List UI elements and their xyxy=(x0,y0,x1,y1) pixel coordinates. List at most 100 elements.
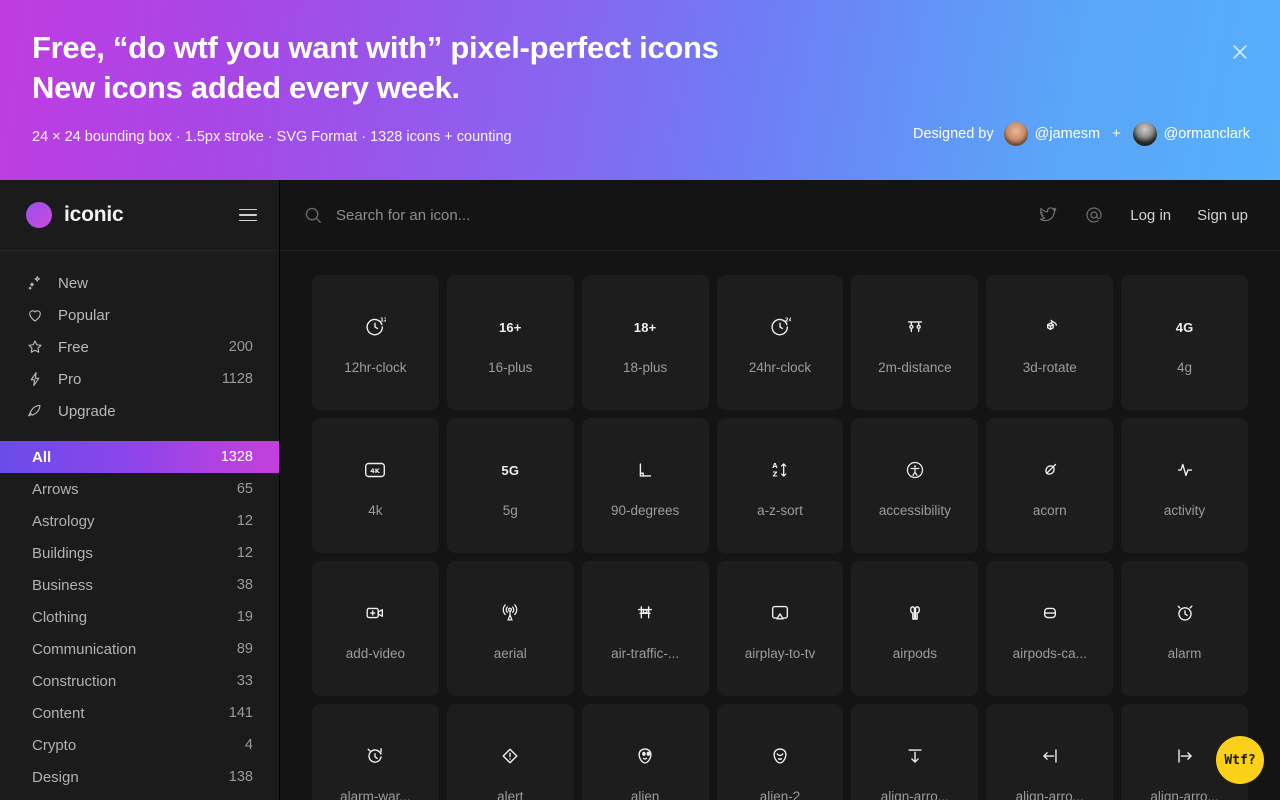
category-count: 1328 xyxy=(220,449,253,465)
icon-cell[interactable]: alien xyxy=(581,704,709,800)
plus-separator: + xyxy=(1112,126,1121,142)
icon-cell[interactable]: airplay-to-tv xyxy=(716,561,844,696)
icon-name: align-arro... xyxy=(1150,789,1219,800)
svg-text:4K: 4K xyxy=(371,467,382,475)
icon-cell[interactable]: airpods xyxy=(851,561,979,696)
category-label: Clothing xyxy=(32,608,88,626)
icon-cell[interactable]: alien-2 xyxy=(716,704,844,800)
icon-name: 5g xyxy=(502,503,518,518)
sidebar-item-upgrade[interactable]: Upgrade xyxy=(0,395,279,427)
aerial-icon xyxy=(498,596,522,630)
icon-cell[interactable]: alarm xyxy=(1121,561,1248,696)
icon-cell[interactable]: align-arro... xyxy=(986,704,1114,800)
icon-cell[interactable]: 3d-rotate xyxy=(986,275,1114,410)
category-count: 12 xyxy=(236,545,253,561)
category-item-buildings[interactable]: Buildings 12 xyxy=(0,537,279,569)
icon-cell[interactable]: 90-degrees xyxy=(581,418,709,553)
category-item-communication[interactable]: Communication 89 xyxy=(0,633,279,665)
rocket-icon xyxy=(26,402,44,420)
icon-grid-scroll[interactable]: 12 12hr-clock 16+ 16-plus 18+ xyxy=(280,251,1280,800)
category-item-crypto[interactable]: Crypto 4 xyxy=(0,729,279,761)
icon-name: 2m-distance xyxy=(878,360,952,375)
icon-name: 4k xyxy=(368,503,383,518)
icon-cell[interactable]: 2m-distance xyxy=(851,275,979,410)
icon-cell[interactable]: 24 24hr-clock xyxy=(716,275,844,410)
16-plus-icon: 16+ xyxy=(499,310,522,344)
icon-name: acorn xyxy=(1032,503,1067,518)
sidebar-item-pro[interactable]: Pro 1128 xyxy=(0,363,279,395)
designer-1[interactable]: @jamesm xyxy=(1003,122,1100,146)
icon-name: alarm xyxy=(1167,646,1202,661)
alien-2-icon xyxy=(768,739,792,773)
banner-headline: Free, “do wtf you want with” pixel-perfe… xyxy=(32,30,719,105)
category-item-design[interactable]: Design 138 xyxy=(0,761,279,793)
air-traffic-icon xyxy=(633,596,657,630)
icon-cell[interactable]: airpods-ca... xyxy=(986,561,1114,696)
airpods-icon xyxy=(903,596,927,630)
category-count: 19 xyxy=(236,609,253,625)
icon-name: add-video xyxy=(345,646,406,661)
category-item-clothing[interactable]: Clothing 19 xyxy=(0,601,279,633)
icon-cell[interactable]: 5G 5g xyxy=(446,418,574,553)
sort-az-icon: A Z xyxy=(768,453,792,487)
sidebar-item-free[interactable]: Free 200 xyxy=(0,331,279,363)
icon-cell[interactable]: align-arro... xyxy=(851,704,979,800)
category-count: 12 xyxy=(236,513,253,529)
icon-name: airpods xyxy=(892,646,937,661)
icon-cell[interactable]: air-traffic-... xyxy=(581,561,709,696)
18-plus-icon: 18+ xyxy=(634,310,657,344)
sidebar-item-count: 200 xyxy=(228,339,253,355)
designed-by-label: Designed by xyxy=(913,126,994,142)
alien-icon xyxy=(633,739,657,773)
category-item-arrows[interactable]: Arrows 65 xyxy=(0,473,279,505)
icon-glyph-text: 16+ xyxy=(498,319,522,335)
icon-name: a-z-sort xyxy=(757,503,803,518)
category-item-astrology[interactable]: Astrology 12 xyxy=(0,505,279,537)
category-count: 141 xyxy=(228,705,253,721)
search-input[interactable] xyxy=(336,206,756,224)
at-icon[interactable] xyxy=(1084,205,1104,225)
icon-cell[interactable]: activity xyxy=(1121,418,1248,553)
category-item-construction[interactable]: Construction 33 xyxy=(0,665,279,697)
icon-cell[interactable]: 16+ 16-plus xyxy=(446,275,574,410)
login-link[interactable]: Log in xyxy=(1130,207,1171,224)
icon-name: 4g xyxy=(1177,360,1193,375)
alarm-warning-icon xyxy=(363,739,387,773)
category-item-business[interactable]: Business 38 xyxy=(0,569,279,601)
activity-icon xyxy=(1173,453,1197,487)
icon-cell[interactable]: 18+ 18-plus xyxy=(581,275,709,410)
sidebar-item-new[interactable]: New xyxy=(0,267,279,299)
clock-24-icon: 24 xyxy=(769,310,791,344)
signup-link[interactable]: Sign up xyxy=(1197,207,1248,224)
icon-cell[interactable]: aerial xyxy=(446,561,574,696)
logo-icon xyxy=(26,202,52,228)
icon-cell[interactable]: alert xyxy=(446,704,574,800)
designer-2[interactable]: @ormanclark xyxy=(1132,122,1250,146)
wtf-badge[interactable]: Wtf? xyxy=(1216,736,1264,784)
twitter-icon[interactable] xyxy=(1038,205,1058,225)
icon-cell[interactable]: add-video xyxy=(312,561,439,696)
app-shell: iconic New Popular Free 200 Pro 1128 Upg… xyxy=(0,180,1280,800)
align-arrow-right-icon xyxy=(1173,739,1197,773)
sidebar-item-label: Popular xyxy=(58,306,110,324)
sidebar-item-popular[interactable]: Popular xyxy=(0,299,279,331)
category-count: 33 xyxy=(236,673,253,689)
close-icon[interactable] xyxy=(1226,38,1254,66)
icon-cell[interactable]: 4K 4k xyxy=(312,418,439,553)
icon-cell[interactable]: 12 12hr-clock xyxy=(312,275,439,410)
sidebar-item-label: Upgrade xyxy=(58,402,116,420)
airplay-icon xyxy=(768,596,792,630)
icon-cell[interactable]: accessibility xyxy=(851,418,979,553)
icon-cell[interactable]: alarm-war... xyxy=(312,704,439,800)
brand-bar: iconic xyxy=(0,180,279,251)
icon-cell[interactable]: acorn xyxy=(986,418,1114,553)
category-label: Construction xyxy=(32,672,117,690)
align-arrow-left-icon xyxy=(1038,739,1062,773)
4k-icon: 4K xyxy=(362,453,388,487)
icon-name: align-arro... xyxy=(880,789,949,800)
icon-cell[interactable]: A Z a-z-sort xyxy=(716,418,844,553)
category-item-content[interactable]: Content 141 xyxy=(0,697,279,729)
category-item-all[interactable]: All 1328 xyxy=(0,441,279,473)
menu-icon[interactable] xyxy=(239,205,257,226)
icon-cell[interactable]: 4G 4g xyxy=(1121,275,1248,410)
